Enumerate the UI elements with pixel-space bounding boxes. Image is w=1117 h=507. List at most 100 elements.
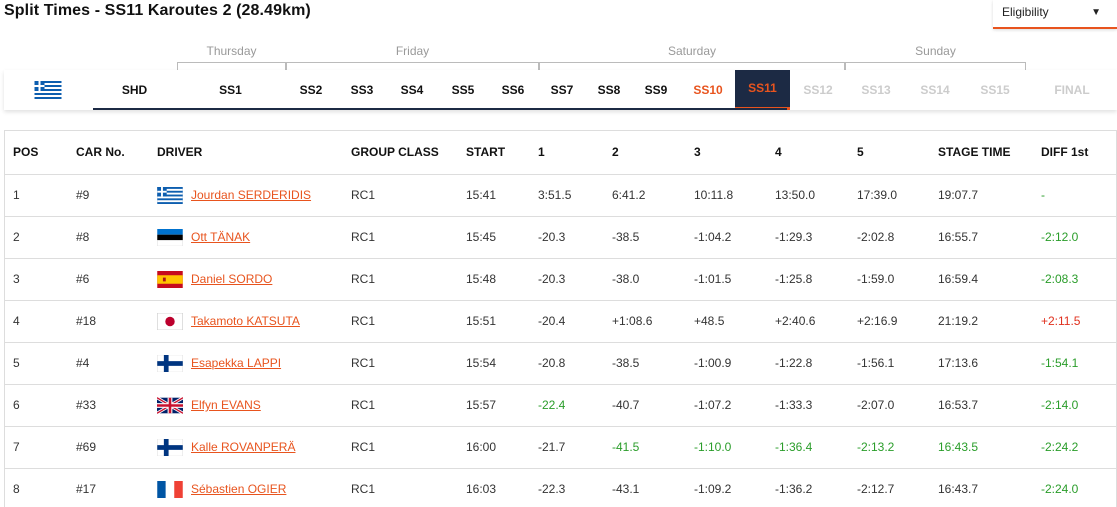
tab-ss6[interactable]: SS6 [491,70,535,110]
col-split-5[interactable]: 5 [849,131,930,175]
cell-s3: -1:04.2 [686,216,767,259]
cell-s3: -1:10.0 [686,426,767,469]
cell-pos: 8 [5,468,68,507]
col-diff[interactable]: DIFF 1st [1033,131,1117,175]
cell-diff: -2:24.0 [1033,468,1117,507]
day-header: Thursday Friday Saturday Sunday [0,40,1117,70]
cell-s1: -20.3 [530,258,604,301]
cell-s4: -1:36.4 [767,426,849,469]
cell-start: 15:57 [458,384,530,427]
cell-s3: +48.5 [686,300,767,343]
tab-ss4[interactable]: SS4 [390,70,434,110]
col-split-4[interactable]: 4 [767,131,849,175]
tab-ss10[interactable]: SS10 [684,70,732,110]
tab-ss5[interactable]: SS5 [441,70,485,110]
tab-final[interactable]: FINAL [1044,70,1100,110]
driver-link[interactable]: Esapekka LAPPI [191,356,281,370]
cell-s4: 13:50.0 [767,174,849,217]
table-header-row: POS CAR No. DRIVER GROUP CLASS START 1 2… [5,131,1117,175]
day-saturday: Saturday [539,40,845,70]
greece-flag-icon [4,70,92,110]
col-group[interactable]: GROUP CLASS [343,131,458,175]
col-stage-time[interactable]: STAGE TIME [930,131,1033,175]
tab-ss7[interactable]: SS7 [540,70,584,110]
cell-stage: 16:59.4 [930,258,1033,301]
cell-car: #9 [68,174,149,217]
col-start[interactable]: START [458,131,530,175]
tab-ss8[interactable]: SS8 [587,70,631,110]
stage-tabs: SHD SS1 SS2 SS3 SS4 SS5 SS6 SS7 SS8 SS9 … [4,70,1117,110]
cell-pos: 6 [5,384,68,427]
cell-s1: -20.4 [530,300,604,343]
cell-car: #33 [68,384,149,427]
cell-s4: -1:36.2 [767,468,849,507]
cell-s2: 6:41.2 [604,174,686,217]
tab-ss9[interactable]: SS9 [634,70,678,110]
cell-car: #18 [68,300,149,343]
tab-ss1[interactable]: SS1 [188,70,273,110]
cell-car: #69 [68,426,149,469]
cell-diff: -1:54.1 [1033,342,1117,385]
cell-s5: -2:12.7 [849,468,930,507]
cell-diff: -2:12.0 [1033,216,1117,259]
day-friday: Friday [286,40,539,70]
cell-stage: 19:07.7 [930,174,1033,217]
cell-group: RC1 [343,174,458,217]
cell-s2: -38.5 [604,342,686,385]
cell-pos: 2 [5,216,68,259]
cell-driver: Takamoto KATSUTA [149,300,343,343]
cell-pos: 7 [5,426,68,469]
cell-start: 15:48 [458,258,530,301]
cell-s4: -1:29.3 [767,216,849,259]
uk-flag-icon [157,396,191,414]
cell-s2: -41.5 [604,426,686,469]
cell-s5: -2:13.2 [849,426,930,469]
driver-link[interactable]: Elfyn EVANS [191,398,261,412]
cell-s5: -1:59.0 [849,258,930,301]
estonia-flag-icon [157,228,191,246]
cell-driver: Elfyn EVANS [149,384,343,427]
page-title: Split Times - SS11 Karoutes 2 (28.49km) [4,2,311,19]
eligibility-dropdown[interactable]: Eligibility ▼ [993,0,1117,29]
cell-s5: -1:56.1 [849,342,930,385]
cell-car: #17 [68,468,149,507]
driver-link[interactable]: Daniel SORDO [191,272,272,286]
table-row: 4 #18 Takamoto KATSUTA RC1 15:51 -20.4 +1:08.6… [5,300,1117,343]
cell-s2: +1:08.6 [604,300,686,343]
cell-s1: -20.8 [530,342,604,385]
col-split-3[interactable]: 3 [686,131,767,175]
tab-ss12[interactable]: SS12 [794,70,842,110]
cell-driver: Jourdan SERDERIDIS [149,174,343,217]
driver-link[interactable]: Sébastien OGIER [191,482,286,496]
cell-s2: -40.7 [604,384,686,427]
cell-diff: -2:24.2 [1033,426,1117,469]
driver-link[interactable]: Ott TÄNAK [191,230,250,244]
col-driver[interactable]: DRIVER [149,131,343,175]
cell-s1: -21.7 [530,426,604,469]
table-row: 7 #69 Kalle ROVANPERÄ RC1 16:00 -21.7 -41.5 -1:… [5,426,1117,469]
cell-s4: -1:22.8 [767,342,849,385]
tab-ss13[interactable]: SS13 [852,70,900,110]
table-row: 6 #33 Elfyn EVANS RC1 15:57 -22.4 -40.7 -1:07.2… [5,384,1117,427]
tab-ss2[interactable]: SS2 [289,70,333,110]
driver-link[interactable]: Kalle ROVANPERÄ [191,440,295,454]
tab-ss14[interactable]: SS14 [911,70,959,110]
tab-ss11[interactable]: SS11 [735,70,790,110]
cell-group: RC1 [343,426,458,469]
driver-link[interactable]: Takamoto KATSUTA [191,314,300,328]
table-row: 5 #4 Esapekka LAPPI RC1 15:54 -20.8 -38.5 -1:00… [5,342,1117,385]
col-split-1[interactable]: 1 [530,131,604,175]
tab-ss3[interactable]: SS3 [340,70,384,110]
driver-link[interactable]: Jourdan SERDERIDIS [191,188,311,202]
col-car[interactable]: CAR No. [68,131,149,175]
cell-diff: -2:14.0 [1033,384,1117,427]
tab-shd[interactable]: SHD [93,70,176,110]
col-split-2[interactable]: 2 [604,131,686,175]
cell-s3: 10:11.8 [686,174,767,217]
col-pos[interactable]: POS [5,131,68,175]
cell-s1: -20.3 [530,216,604,259]
tab-ss15[interactable]: SS15 [971,70,1019,110]
day-thursday: Thursday [177,40,286,70]
cell-diff: - [1033,174,1117,217]
cell-driver: Esapekka LAPPI [149,342,343,385]
